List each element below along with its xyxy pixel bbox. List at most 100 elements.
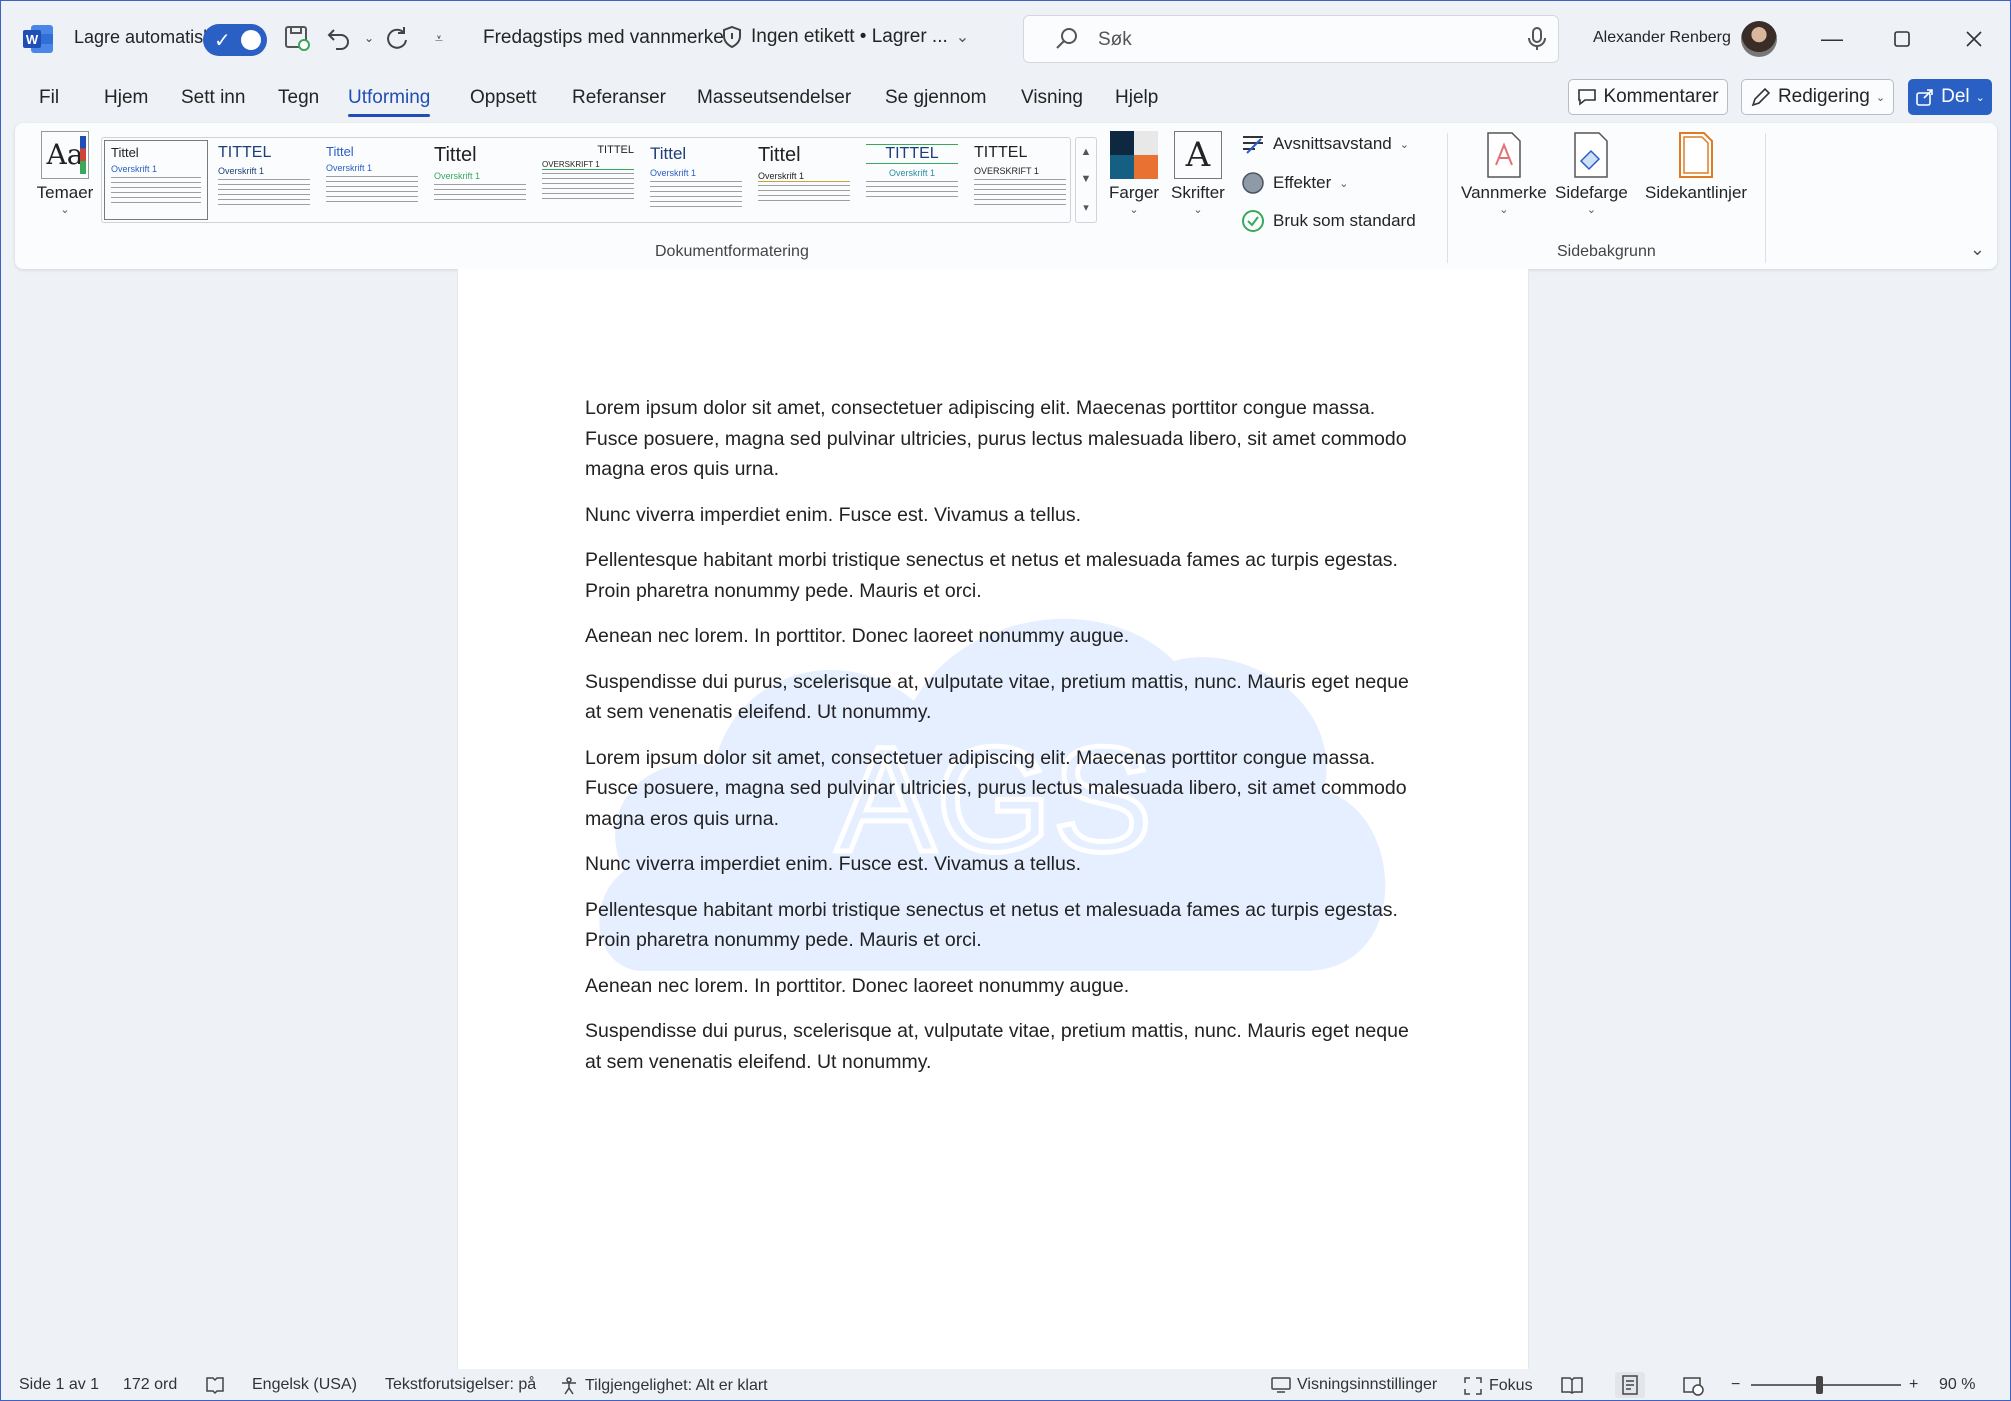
paragraph: Lorem ipsum dolor sit amet, consectetuer… <box>585 746 1407 830</box>
document-body[interactable]: Lorem ipsum dolor sit amet, consectetuer… <box>585 393 1415 1092</box>
chevron-down-icon: ⌄ <box>60 204 70 216</box>
avatar[interactable] <box>1741 21 1777 57</box>
paragraph: Aenean nec lorem. In porttitor. Donec la… <box>585 974 1130 997</box>
paragraph-spacing-button[interactable]: Avsnittsavstand ⌄ <box>1241 133 1409 155</box>
checkmark-circle-icon <box>1242 210 1264 232</box>
page-count[interactable]: Side 1 av 1 <box>19 1376 99 1394</box>
themes-button[interactable]: Aa Temaer ⌄ <box>35 131 95 216</box>
close-icon[interactable] <box>1953 19 1995 59</box>
zoom-slider[interactable] <box>1751 1384 1901 1386</box>
chevron-down-icon: ⌄ <box>1339 177 1349 190</box>
style-set-thumbnail[interactable]: Tittel Overskrift 1 <box>320 140 424 220</box>
style-set-thumbnail[interactable]: Tittel Overskrift 1 <box>428 140 532 220</box>
proofing-icon[interactable] <box>205 1376 225 1394</box>
chevron-down-icon: ⌄ <box>1193 204 1203 216</box>
text-predictions[interactable]: Tekstforutsigelser: på <box>385 1376 536 1394</box>
fonts-button[interactable]: A Skrifter ⌄ <box>1171 131 1225 216</box>
check-icon: ✓ <box>214 30 231 52</box>
search-box[interactable]: Søk <box>1023 15 1559 63</box>
chevron-down-icon: ⌄ <box>955 29 970 46</box>
page-color-button[interactable]: Sidefarge ⌄ <box>1555 131 1628 216</box>
word-window: W Lagre automatisk ✓ ⌄ ⩡ Fredagstips med… <box>0 0 2011 1401</box>
style-set-thumbnail[interactable]: TITTEL OVERSKRIFT 1 <box>536 140 640 220</box>
save-icon[interactable] <box>281 21 313 55</box>
share-icon <box>1916 89 1933 106</box>
gallery-up-icon[interactable]: ▲ <box>1081 146 1092 158</box>
tab-home[interactable]: Hjem <box>104 87 148 109</box>
paragraph: Nunc viverra imperdiet enim. Fusce est. … <box>585 503 1081 526</box>
paragraph: Pellentesque habitant morbi tristique se… <box>585 549 1398 602</box>
watermark-button[interactable]: Vannmerke ⌄ <box>1461 131 1547 216</box>
document-page[interactable]: AGS Lorem ipsum dolor sit amet, consecte… <box>457 269 1529 1369</box>
tab-insert[interactable]: Sett inn <box>181 87 245 109</box>
tab-mailings[interactable]: Masseutsendelser <box>697 87 851 109</box>
paragraph: Nunc viverra imperdiet enim. Fusce est. … <box>585 853 1081 875</box>
read-mode-icon[interactable] <box>1561 1376 1583 1394</box>
customize-toolbar-icon[interactable]: ⩡ <box>423 21 455 55</box>
display-settings-icon <box>1271 1377 1291 1393</box>
tab-draw[interactable]: Tegn <box>278 87 319 109</box>
collapse-ribbon-icon[interactable]: ⌄ <box>1970 239 1985 260</box>
share-button[interactable]: Del ⌄ <box>1908 79 1992 115</box>
page-borders-icon <box>1679 132 1714 178</box>
tab-references[interactable]: Referanser <box>572 87 666 109</box>
page-color-icon <box>1574 132 1609 178</box>
paragraph: Pellentesque habitant morbi tristique se… <box>585 898 1398 952</box>
word-logo-icon[interactable]: W <box>23 25 53 53</box>
zoom-slider-thumb[interactable] <box>1816 1376 1823 1394</box>
style-set-thumbnail[interactable]: Tittel Overskrift 1 <box>752 140 856 220</box>
color-palette-icon <box>1110 131 1159 179</box>
minimize-icon[interactable]: — <box>1811 19 1853 59</box>
document-title[interactable]: Fredagstips med vannmerke <box>483 27 724 49</box>
language[interactable]: Engelsk (USA) <box>252 1376 357 1394</box>
accessibility-status[interactable]: Tilgjengelighet: Alt er klart <box>559 1376 768 1396</box>
gallery-down-icon[interactable]: ▼ <box>1081 173 1092 185</box>
tab-help[interactable]: Hjelp <box>1115 87 1158 109</box>
zoom-in-icon[interactable]: + <box>1909 1376 1918 1394</box>
style-set-thumbnail[interactable]: TITTEL Overskrift 1 <box>212 140 316 220</box>
undo-icon[interactable] <box>323 21 355 55</box>
watermark-icon <box>1487 132 1521 178</box>
group-label-document-formatting: Dokumentformatering <box>655 243 809 260</box>
web-layout-icon[interactable] <box>1683 1376 1705 1396</box>
display-settings[interactable]: Visningsinnstillinger <box>1271 1376 1437 1394</box>
effects-button[interactable]: Effekter ⌄ <box>1241 171 1349 195</box>
themes-icon: Aa <box>41 131 89 179</box>
tab-file[interactable]: Fil <box>39 87 59 109</box>
gallery-more-icon[interactable]: ▾ <box>1083 201 1089 214</box>
accessibility-icon <box>562 1377 576 1395</box>
microphone-icon[interactable] <box>1526 26 1548 52</box>
chevron-down-icon: ⌄ <box>1975 91 1985 104</box>
group-label-page-background: Sidebakgrunn <box>1557 243 1656 260</box>
style-set-thumbnail[interactable]: TITTEL Overskrift 1 <box>860 140 964 220</box>
redo-icon[interactable] <box>381 21 413 55</box>
autosave-toggle[interactable]: ✓ <box>203 24 267 56</box>
editing-mode-button[interactable]: Redigering ⌄ <box>1741 79 1894 115</box>
maximize-icon[interactable] <box>1881 19 1923 59</box>
paragraph: Lorem ipsum dolor sit amet, consectetuer… <box>585 397 1407 480</box>
print-layout-icon[interactable] <box>1615 1372 1645 1398</box>
focus-mode[interactable]: Fokus <box>1463 1376 1533 1396</box>
pen-icon <box>1751 87 1771 107</box>
sensitivity-label[interactable]: Ingen etikett • Lagrer ... ⌄ <box>721 25 969 49</box>
page-borders-button[interactable]: Sidekantlinjer <box>1645 131 1747 203</box>
zoom-level[interactable]: 90 % <box>1939 1376 1975 1394</box>
colors-button[interactable]: Farger ⌄ <box>1109 131 1159 216</box>
comment-icon <box>1578 89 1597 106</box>
zoom-out-icon[interactable]: − <box>1731 1376 1740 1394</box>
ribbon-panel: Aa Temaer ⌄ Tittel Overskrift 1 TITTEL O… <box>15 123 1997 269</box>
tab-design[interactable]: Utforming <box>348 87 431 117</box>
style-set-thumbnail[interactable]: Tittel Overskrift 1 <box>644 140 748 220</box>
tab-view[interactable]: Visning <box>1021 87 1083 109</box>
search-input[interactable]: Søk <box>1098 29 1132 51</box>
paragraph-spacing-icon <box>1243 136 1263 154</box>
set-as-default-button[interactable]: Bruk som standard <box>1241 209 1416 233</box>
style-set-thumbnail[interactable]: TITTEL OVERSKRIFT 1 <box>968 140 1072 220</box>
user-name[interactable]: Alexander Renberg <box>1593 29 1731 47</box>
font-icon: A <box>1173 131 1222 179</box>
comments-button[interactable]: Kommentarer <box>1568 79 1728 115</box>
style-set-thumbnail[interactable]: Tittel Overskrift 1 <box>104 140 208 220</box>
word-count[interactable]: 172 ord <box>123 1376 177 1394</box>
tab-review[interactable]: Se gjennom <box>885 87 986 109</box>
tab-layout[interactable]: Oppsett <box>470 87 537 109</box>
